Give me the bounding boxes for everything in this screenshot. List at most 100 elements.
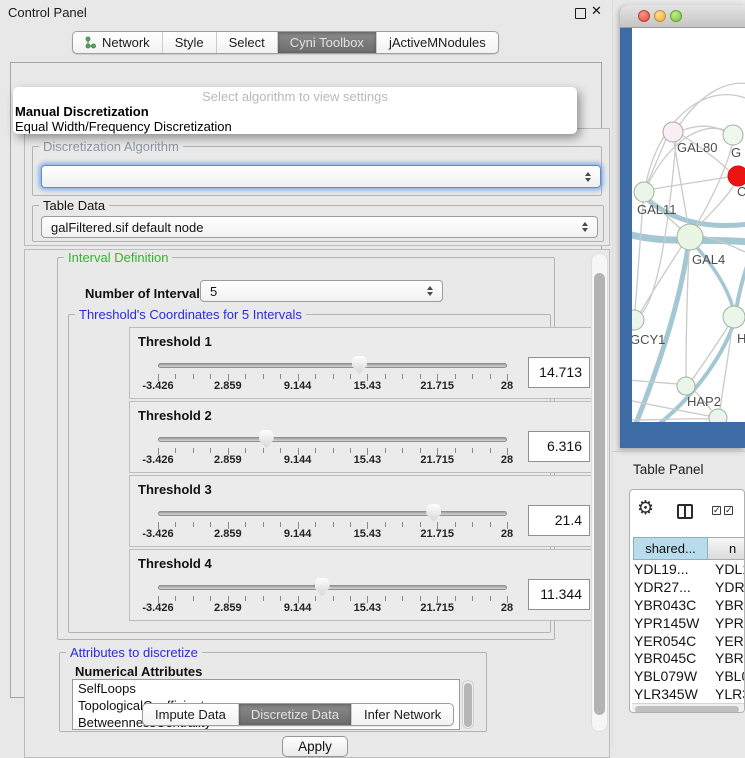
tab-network[interactable]: Network — [73, 32, 162, 53]
tab-jactivemnodules[interactable]: jActiveMNodules — [376, 32, 498, 53]
tab-label: Select — [229, 35, 265, 50]
algorithm-combobox[interactable] — [41, 165, 601, 188]
cell-shared-name[interactable]: YLR345W — [634, 686, 708, 702]
slider-track[interactable] — [158, 585, 507, 590]
cell-name[interactable]: YBL0 — [715, 668, 745, 684]
network-node[interactable] — [677, 377, 695, 395]
cell-shared-name[interactable]: YDR27... — [634, 579, 708, 595]
network-node[interactable] — [677, 224, 703, 250]
cell-name[interactable]: YBR0 — [715, 597, 745, 613]
tab-label: Cyni Toolbox — [290, 35, 364, 50]
network-node-label: C — [737, 184, 745, 199]
cell-shared-name[interactable]: YBR045C — [634, 650, 708, 666]
slider-tick — [315, 596, 316, 601]
network-node[interactable] — [723, 306, 745, 328]
slider-tick — [175, 448, 176, 453]
network-node[interactable] — [663, 122, 683, 142]
cell-shared-name[interactable]: YBL079W — [634, 668, 708, 684]
cell-shared-name[interactable]: YBR043C — [634, 597, 708, 613]
table-row[interactable]: YLR345W YLR3 — [633, 685, 745, 702]
tab-discretize-data[interactable]: Discretize Data — [238, 704, 351, 725]
attributes-scrollbar[interactable] — [462, 680, 474, 729]
column-header-shared-name[interactable]: shared... — [633, 537, 708, 560]
slider-thumb[interactable] — [259, 430, 274, 448]
tick-label: 28 — [501, 528, 513, 540]
scrollbar-thumb[interactable] — [594, 273, 605, 715]
dropdown-item[interactable]: Equal Width/Frequency Discretization — [13, 119, 577, 134]
slider-tick — [385, 596, 386, 601]
network-node[interactable] — [728, 166, 745, 186]
checkbox-icon[interactable]: ✓ — [712, 506, 721, 515]
threshold-value-field[interactable]: 6.316 — [528, 431, 590, 462]
discretization-algorithm-label: Discretization Algorithm — [39, 139, 183, 154]
network-canvas[interactable]: GAL80GCGAL11GAL4GCY1HHAP2 — [632, 28, 745, 422]
slider-thumb[interactable] — [352, 356, 367, 374]
cell-name[interactable]: YDL1 — [715, 561, 745, 577]
network-edge — [635, 202, 643, 310]
threshold-value-field[interactable]: 11.344 — [528, 579, 590, 610]
tab-select[interactable]: Select — [216, 32, 277, 53]
tab-impute-data[interactable]: Impute Data — [143, 704, 238, 725]
network-node[interactable] — [709, 409, 727, 422]
slider-tick — [455, 596, 456, 601]
table-row[interactable]: YBL079W YBL0 — [633, 667, 745, 685]
slider-track[interactable] — [158, 511, 507, 516]
table-row[interactable]: YBR045C YBR0 — [633, 649, 745, 667]
checkbox-icon[interactable]: ✓ — [724, 506, 733, 515]
close-traffic-light[interactable] — [638, 10, 650, 22]
tab-infer-network[interactable]: Infer Network — [351, 704, 453, 725]
slider-track[interactable] — [158, 437, 507, 442]
float-panel-icon[interactable] — [575, 8, 586, 19]
dropdown-prompt: Select algorithm to view settings — [13, 89, 577, 104]
main-scrollbar[interactable] — [591, 253, 608, 732]
combo-arrows-icon — [427, 286, 434, 296]
slider-tick — [490, 374, 491, 379]
network-edge — [680, 83, 745, 124]
cell-name[interactable]: YPR1 — [715, 615, 745, 631]
cell-name[interactable]: YLR3 — [715, 686, 745, 702]
slider-tick — [333, 522, 334, 527]
tab-cyni-toolbox[interactable]: Cyni Toolbox — [277, 32, 376, 53]
cell-shared-name[interactable]: YDL19... — [634, 561, 708, 577]
network-window-titlebar[interactable] — [620, 5, 745, 28]
cell-name[interactable]: YBR0 — [715, 650, 745, 666]
network-node[interactable] — [723, 125, 743, 145]
slider-thumb[interactable] — [426, 504, 441, 522]
network-node-label: H — [737, 331, 745, 346]
scrollbar-thumb[interactable] — [635, 706, 739, 713]
table-hscrollbar[interactable] — [632, 703, 744, 713]
gear-icon[interactable]: ⚙ — [637, 499, 654, 518]
split-columns-icon[interactable] — [677, 504, 693, 519]
table-row[interactable]: YDL19... YDL1 — [633, 560, 745, 578]
slider-track[interactable] — [158, 363, 507, 368]
apply-button[interactable]: Apply — [282, 736, 348, 757]
cell-shared-name[interactable]: YER054C — [634, 633, 708, 649]
cell-name[interactable]: YDR2 — [715, 579, 745, 595]
table-row[interactable]: YDR27... YDR2 — [633, 578, 745, 596]
table-data-combobox[interactable]: galFiltered.sif default node — [41, 216, 598, 238]
slider-tick — [245, 596, 246, 601]
dropdown-item[interactable]: Manual Discretization — [13, 104, 577, 119]
table-panel-separator — [613, 451, 745, 452]
num-intervals-value: 5 — [210, 284, 217, 299]
cell-name[interactable]: YER0 — [715, 633, 745, 649]
scrollbar-thumb[interactable] — [464, 683, 472, 727]
cell-shared-name[interactable]: YPR145W — [634, 615, 708, 631]
network-node[interactable] — [634, 182, 654, 202]
close-icon[interactable]: ✕ — [591, 3, 602, 19]
threshold-value-field[interactable]: 21.4 — [528, 505, 590, 536]
slider-tick — [263, 448, 264, 453]
tick-label: 15.43 — [354, 380, 382, 392]
table-row[interactable]: YBR043C YBR0 — [633, 596, 745, 614]
attribute-list-item[interactable]: SelfLoops — [73, 680, 459, 697]
column-header-name[interactable]: n — [708, 537, 745, 560]
minimize-traffic-light[interactable] — [654, 10, 666, 22]
table-row[interactable]: YPR145W YPR1 — [633, 614, 745, 632]
tab-style[interactable]: Style — [162, 32, 216, 53]
threshold-value-field[interactable]: 14.713 — [528, 357, 590, 388]
num-intervals-combobox[interactable]: 5 — [200, 280, 443, 302]
slider-tick — [472, 522, 473, 527]
zoom-traffic-light[interactable] — [670, 10, 682, 22]
table-row[interactable]: YER054C YER0 — [633, 632, 745, 650]
slider-thumb[interactable] — [315, 578, 330, 596]
